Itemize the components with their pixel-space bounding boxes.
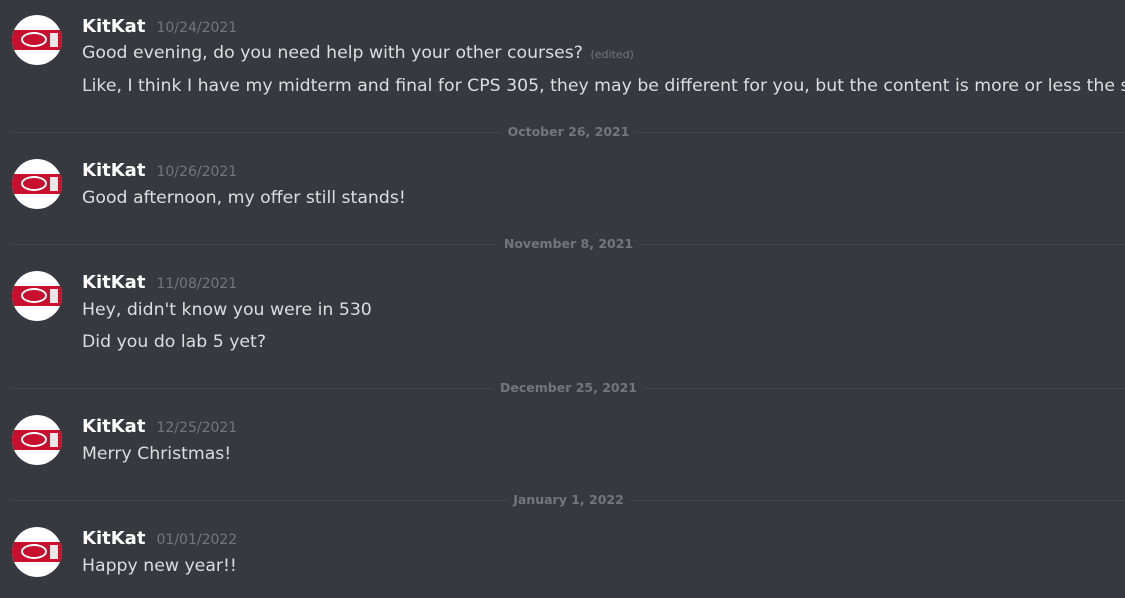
username[interactable]: KitKat	[82, 272, 145, 293]
message-text: Happy new year!!	[82, 556, 237, 576]
message-timestamp[interactable]: 10/24/2021	[157, 20, 238, 36]
username[interactable]: KitKat	[82, 160, 145, 181]
date-divider-label: December 25, 2021	[493, 380, 644, 396]
kitkat-avatar-icon[interactable]	[12, 415, 62, 465]
message-timestamp[interactable]: 01/01/2022	[157, 532, 238, 548]
kitkat-avatar-icon[interactable]	[12, 159, 62, 209]
message-header: KitKat 10/24/2021	[82, 15, 237, 39]
date-divider: October 26, 2021	[12, 124, 1125, 140]
date-divider-label: November 8, 2021	[496, 236, 641, 252]
date-divider: December 25, 2021	[12, 380, 1125, 396]
kitkat-avatar-icon[interactable]	[12, 15, 62, 65]
message-header: KitKat 12/25/2021	[82, 415, 237, 439]
username[interactable]: KitKat	[82, 16, 145, 37]
message-text: Good evening, do you need help with your…	[82, 40, 634, 66]
message-timestamp[interactable]: 11/08/2021	[157, 276, 238, 292]
date-divider: January 1, 2022	[12, 492, 1125, 508]
date-divider: November 8, 2021	[12, 236, 1125, 252]
message-text: Like, I think I have my midterm and fina…	[82, 76, 1125, 96]
message-text: Hey, didn't know you were in 530	[82, 300, 372, 320]
kitkat-avatar-icon[interactable]	[12, 527, 62, 577]
message-header: KitKat 11/08/2021	[82, 271, 237, 295]
message-header: KitKat 10/26/2021	[82, 159, 237, 183]
message-timestamp[interactable]: 10/26/2021	[157, 164, 238, 180]
chat-log: KitKat 10/24/2021 Good evening, do you n…	[0, 0, 1125, 598]
kitkat-avatar-icon[interactable]	[12, 271, 62, 321]
date-divider-label: October 26, 2021	[500, 124, 637, 140]
date-divider-label: January 1, 2022	[506, 492, 631, 508]
message-text: Merry Christmas!	[82, 444, 232, 464]
message-text: Did you do lab 5 yet?	[82, 332, 267, 352]
message-text: Good afternoon, my offer still stands!	[82, 188, 406, 208]
username[interactable]: KitKat	[82, 528, 145, 549]
message-header: KitKat 01/01/2022	[82, 527, 237, 551]
edited-label: (edited)	[590, 48, 634, 61]
message-timestamp[interactable]: 12/25/2021	[157, 420, 238, 436]
message-content: Good evening, do you need help with your…	[82, 43, 583, 63]
username[interactable]: KitKat	[82, 416, 145, 437]
